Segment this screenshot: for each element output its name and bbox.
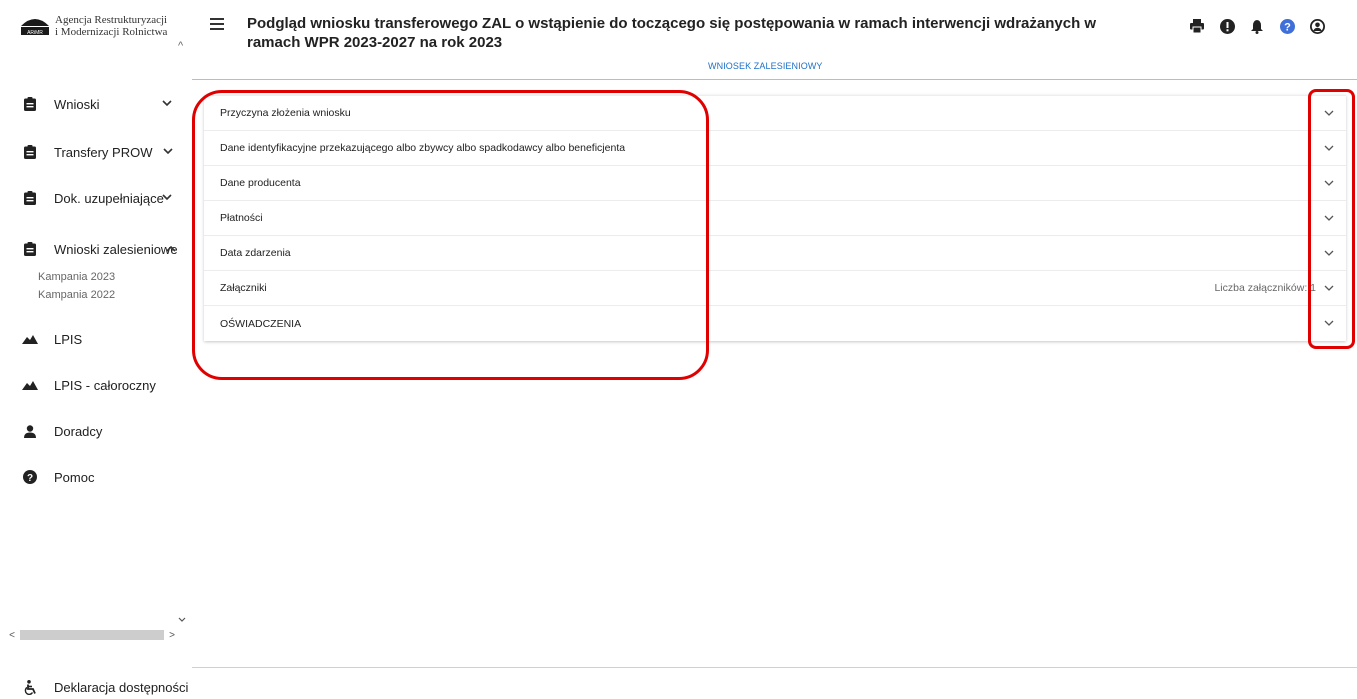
- sidebar-item-label: Dok. uzupełniające: [54, 190, 164, 206]
- clipboard-icon: [22, 96, 38, 112]
- sidebar-item-dok-uzupelniajace[interactable]: Dok. uzupełniające: [22, 190, 172, 206]
- scroll-left-icon[interactable]: <: [6, 630, 18, 641]
- svg-text:?: ?: [27, 473, 33, 484]
- top-toolbar: ?: [1188, 17, 1338, 35]
- sidebar: ARiMR Agencja Restrukturyzacji i Moderni…: [0, 0, 192, 699]
- chevron-down-icon: [162, 98, 172, 110]
- header-divider: [192, 79, 1357, 80]
- tab-wniosek-zalesieniowy[interactable]: WNIOSEK ZALESIENIOWY: [708, 61, 823, 71]
- print-icon[interactable]: [1188, 17, 1206, 35]
- clipboard-icon: [22, 144, 38, 160]
- accessibility-declaration-link[interactable]: Deklaracja dostępności: [22, 680, 188, 695]
- help-circle-icon: ?: [22, 469, 38, 485]
- sidebar-horizontal-scrollbar[interactable]: < >: [6, 628, 178, 642]
- sidebar-item-label: LPIS: [54, 331, 83, 347]
- attachments-count: Liczba załączników: 1: [1214, 282, 1316, 294]
- bell-icon[interactable]: [1248, 17, 1266, 35]
- sidebar-item-label: Transfery PROW: [54, 144, 153, 160]
- help-icon[interactable]: ?: [1278, 17, 1296, 35]
- logo-line-2: i Modernizacji Rolnictwa: [55, 26, 168, 38]
- sidebar-scroll-up-icon[interactable]: ^: [178, 40, 183, 52]
- clipboard-icon: [22, 190, 38, 206]
- sidebar-item-lpis-caloroczny[interactable]: LPIS - całoroczny: [22, 377, 156, 393]
- alert-icon[interactable]: [1218, 17, 1236, 35]
- sidebar-scroll-down-icon[interactable]: [178, 614, 186, 626]
- accessibility-icon: [22, 680, 38, 695]
- scrollbar-thumb[interactable]: [20, 630, 164, 640]
- logo-abbr: ARiMR: [27, 30, 43, 36]
- annotation-highlight-chevrons: [1308, 89, 1355, 349]
- terrain-icon: [22, 377, 38, 393]
- annotation-highlight-sections: [192, 90, 709, 380]
- logo-line-1: Agencja Restrukturyzacji: [55, 14, 168, 26]
- chevron-up-icon: [166, 243, 176, 255]
- terrain-icon: [22, 331, 38, 347]
- sidebar-item-wnioski-zalesieniowe[interactable]: Wnioski zalesieniowe: [22, 241, 178, 257]
- sidebar-item-wnioski[interactable]: Wnioski: [22, 96, 172, 112]
- sidebar-item-transfery-prow[interactable]: Transfery PROW: [22, 144, 173, 160]
- clipboard-icon: [22, 241, 38, 257]
- sidebar-item-label: Wnioski zalesieniowe: [54, 241, 178, 257]
- sidebar-item-label: Wnioski: [54, 96, 100, 112]
- footer-divider: [192, 667, 1357, 668]
- hamburger-menu-icon[interactable]: [210, 18, 224, 30]
- svg-text:?: ?: [1284, 21, 1291, 33]
- account-icon[interactable]: [1308, 17, 1326, 35]
- sidebar-item-pomoc[interactable]: ? Pomoc: [22, 469, 94, 485]
- chevron-down-icon: [162, 192, 172, 204]
- sidebar-item-label: Doradcy: [54, 423, 103, 439]
- arimr-logo-icon: ARiMR: [20, 14, 50, 36]
- sidebar-subitem-kampania-2022[interactable]: Kampania 2022: [38, 289, 115, 301]
- logo-text: Agencja Restrukturyzacji i Modernizacji …: [55, 14, 167, 38]
- person-icon: [22, 423, 38, 439]
- chevron-down-icon: [163, 146, 173, 158]
- sidebar-item-label: LPIS - całoroczny: [54, 377, 156, 393]
- sidebar-item-label: Pomoc: [54, 469, 95, 485]
- app-logo[interactable]: ARiMR Agencja Restrukturyzacji i Moderni…: [20, 14, 167, 38]
- accessibility-label: Deklaracja dostępności: [54, 680, 189, 695]
- sidebar-subitem-kampania-2023[interactable]: Kampania 2023: [38, 271, 115, 283]
- page-title: Podgląd wniosku transferowego ZAL o wstą…: [247, 15, 1097, 51]
- sidebar-item-lpis[interactable]: LPIS: [22, 331, 82, 347]
- sidebar-item-doradcy[interactable]: Doradcy: [22, 423, 102, 439]
- scroll-right-icon[interactable]: >: [166, 630, 178, 641]
